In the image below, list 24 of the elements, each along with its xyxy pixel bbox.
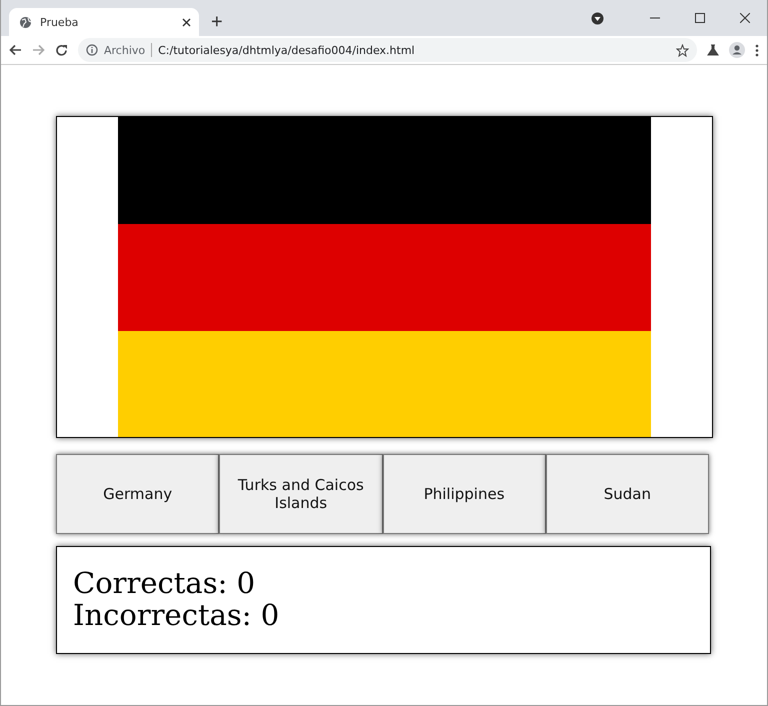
info-icon — [86, 44, 98, 56]
menu-icon[interactable] — [755, 44, 759, 56]
url-text: C:/tutorialesya/dhtmlya/desafio004/index.html — [158, 44, 416, 56]
flask-icon[interactable] — [707, 44, 719, 56]
maximize-icon[interactable] — [694, 13, 704, 23]
correct-count: Correctas: 0 — [73, 567, 256, 599]
answer-button[interactable]: Philippines — [382, 454, 546, 534]
answer-button[interactable]: Sudan — [546, 454, 709, 534]
star-icon[interactable] — [676, 44, 689, 56]
tab-title: Prueba — [40, 16, 80, 28]
close-icon[interactable] — [182, 18, 191, 26]
globe-icon — [19, 16, 32, 28]
address-bar[interactable]: Archivo C:/tutorialesya/dhtmlya/desafio004/index.html — [78, 38, 697, 62]
security-label: Archivo — [104, 44, 146, 56]
profile-icon[interactable] — [729, 42, 745, 58]
browser-tab[interactable]: Prueba — [9, 8, 199, 36]
incorrect-count: Incorrectas: 0 — [73, 599, 280, 631]
back-icon[interactable] — [9, 44, 22, 56]
answer-button[interactable]: Turks and Caicos Islands — [219, 454, 382, 534]
close-icon[interactable] — [740, 13, 750, 23]
dropdown-icon[interactable] — [591, 12, 604, 24]
answer-button[interactable]: Germany — [56, 454, 220, 534]
new-tab-button[interactable]: + — [207, 10, 227, 34]
reload-icon[interactable] — [55, 44, 68, 56]
